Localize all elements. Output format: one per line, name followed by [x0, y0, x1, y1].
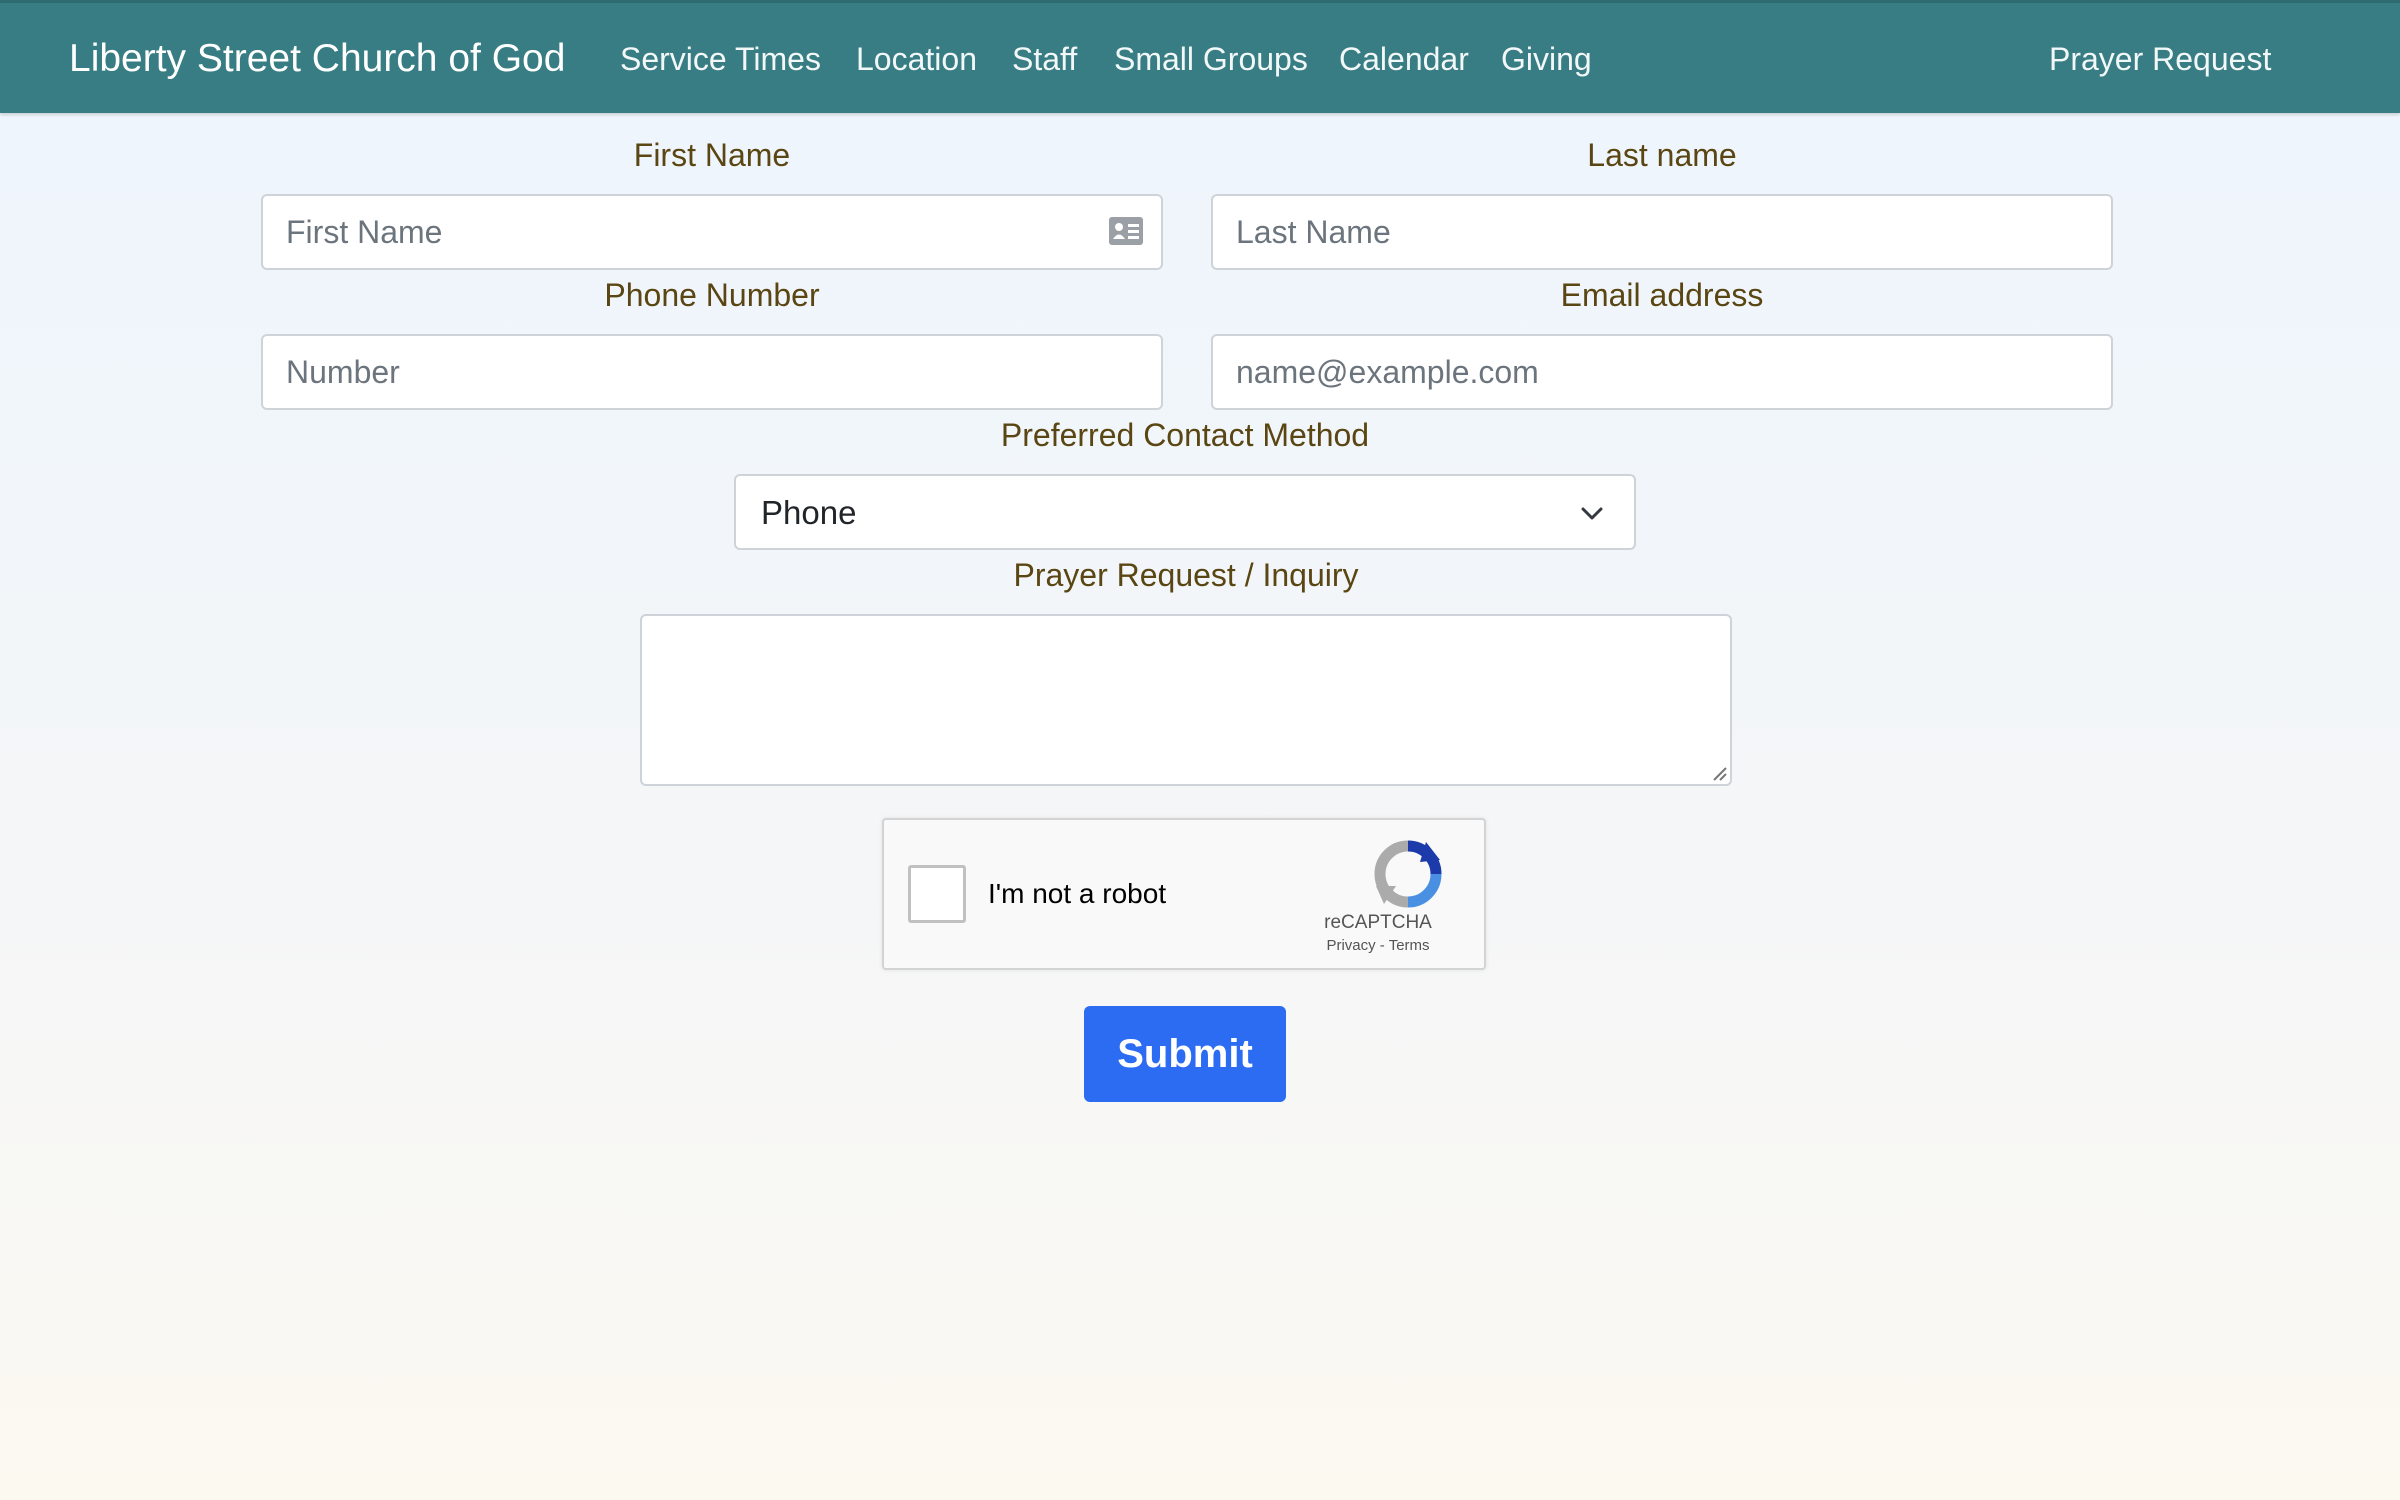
chevron-down-icon — [1581, 507, 1603, 520]
nav-link-prayer-request[interactable]: Prayer Request — [2049, 39, 2271, 79]
nav-link-location[interactable]: Location — [856, 39, 977, 79]
first-name-input[interactable] — [261, 194, 1163, 270]
recaptcha-link-separator: - — [1375, 937, 1389, 954]
recaptcha-brand: reCAPTCHA — [1324, 912, 1432, 933]
recaptcha-logo-icon — [1374, 840, 1442, 908]
recaptcha-links: Privacy - Terms — [1284, 937, 1472, 955]
prayer-request-textarea[interactable] — [640, 614, 1732, 786]
nav-link-calendar[interactable]: Calendar — [1339, 39, 1469, 79]
last-name-input[interactable] — [1211, 194, 2113, 270]
prayer-request-label: Prayer Request / Inquiry — [1013, 557, 1359, 593]
email-input[interactable] — [1211, 334, 2113, 410]
contact-method-select[interactable]: Phone — [734, 474, 1636, 550]
navbar: Liberty Street Church of God Service Tim… — [0, 0, 2400, 113]
nav-link-service-times[interactable]: Service Times — [620, 39, 821, 79]
site-brand[interactable]: Liberty Street Church of God — [69, 36, 565, 82]
nav-link-giving[interactable]: Giving — [1501, 39, 1592, 79]
last-name-label: Last name — [1587, 137, 1737, 173]
contact-card-icon[interactable] — [1109, 217, 1143, 245]
phone-number-label: Phone Number — [604, 277, 820, 313]
contact-method-value: Phone — [761, 494, 857, 531]
phone-number-input[interactable] — [261, 334, 1163, 410]
recaptcha-label: I'm not a robot — [988, 878, 1167, 909]
recaptcha-checkbox[interactable] — [908, 865, 966, 923]
recaptcha-terms-link[interactable]: Terms — [1389, 937, 1430, 954]
resize-grip-icon[interactable] — [1710, 764, 1728, 782]
nav-link-staff[interactable]: Staff — [1012, 39, 1077, 79]
first-name-label: First Name — [633, 137, 791, 173]
recaptcha-widget: I'm not a robot reCAPTCHA Privacy - Term… — [882, 818, 1486, 970]
email-label: Email address — [1560, 277, 1764, 313]
submit-button[interactable]: Submit — [1084, 1006, 1286, 1102]
recaptcha-privacy-link[interactable]: Privacy — [1326, 937, 1375, 954]
contact-method-label: Preferred Contact Method — [1000, 417, 1370, 453]
nav-link-small-groups[interactable]: Small Groups — [1114, 39, 1308, 79]
